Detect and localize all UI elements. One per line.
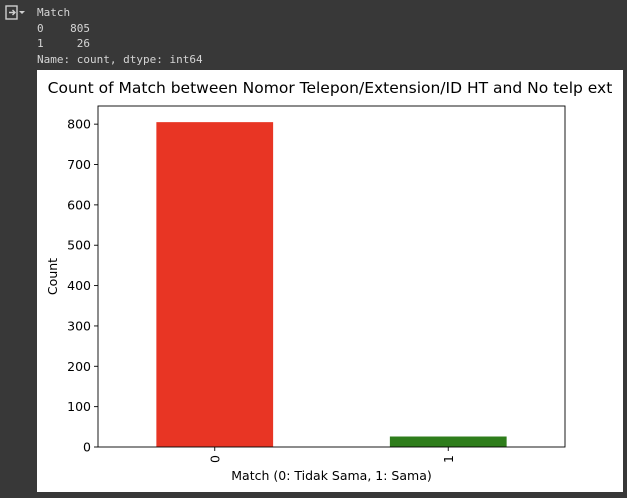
y-tick-label: 800 [67, 117, 91, 132]
y-tick-label: 200 [67, 359, 91, 374]
chart-output: Count of Match between Nomor Telepon/Ext… [37, 70, 623, 492]
y-tick-label: 300 [67, 318, 91, 333]
output-line: Match [37, 6, 71, 19]
bar-0 [156, 122, 274, 447]
output-line: 1 26 [37, 37, 90, 50]
x-tick-label: 0 [207, 455, 222, 463]
bar-1 [389, 436, 507, 447]
y-axis-label: Count [45, 258, 60, 295]
cell-border [0, 492, 627, 498]
y-tick-label: 0 [83, 440, 91, 455]
x-axis: 01 [207, 447, 456, 463]
bar-chart: Count of Match between Nomor Telepon/Ext… [45, 79, 613, 483]
x-axis-label: Match (0: Tidak Sama, 1: Sama) [231, 468, 431, 483]
y-tick-label: 600 [67, 197, 91, 212]
y-tick-label: 500 [67, 238, 91, 253]
output-line: Name: count, dtype: int64 [37, 52, 203, 66]
output-line: 0 805 [37, 21, 90, 35]
bars [156, 122, 507, 447]
y-tick-label: 100 [67, 399, 91, 414]
output-gutter [0, 0, 30, 498]
output-toggle-icon[interactable] [5, 5, 25, 21]
y-tick-label: 400 [67, 278, 91, 293]
cell-text-output: Match 0 805 1 26 Name: count, dtype: int… [37, 5, 203, 67]
chart-title: Count of Match between Nomor Telepon/Ext… [48, 79, 613, 97]
x-tick-label: 1 [441, 455, 456, 463]
y-tick-label: 700 [67, 157, 91, 172]
y-axis: 0 100 200 300 400 500 600 700 800 [67, 117, 98, 455]
